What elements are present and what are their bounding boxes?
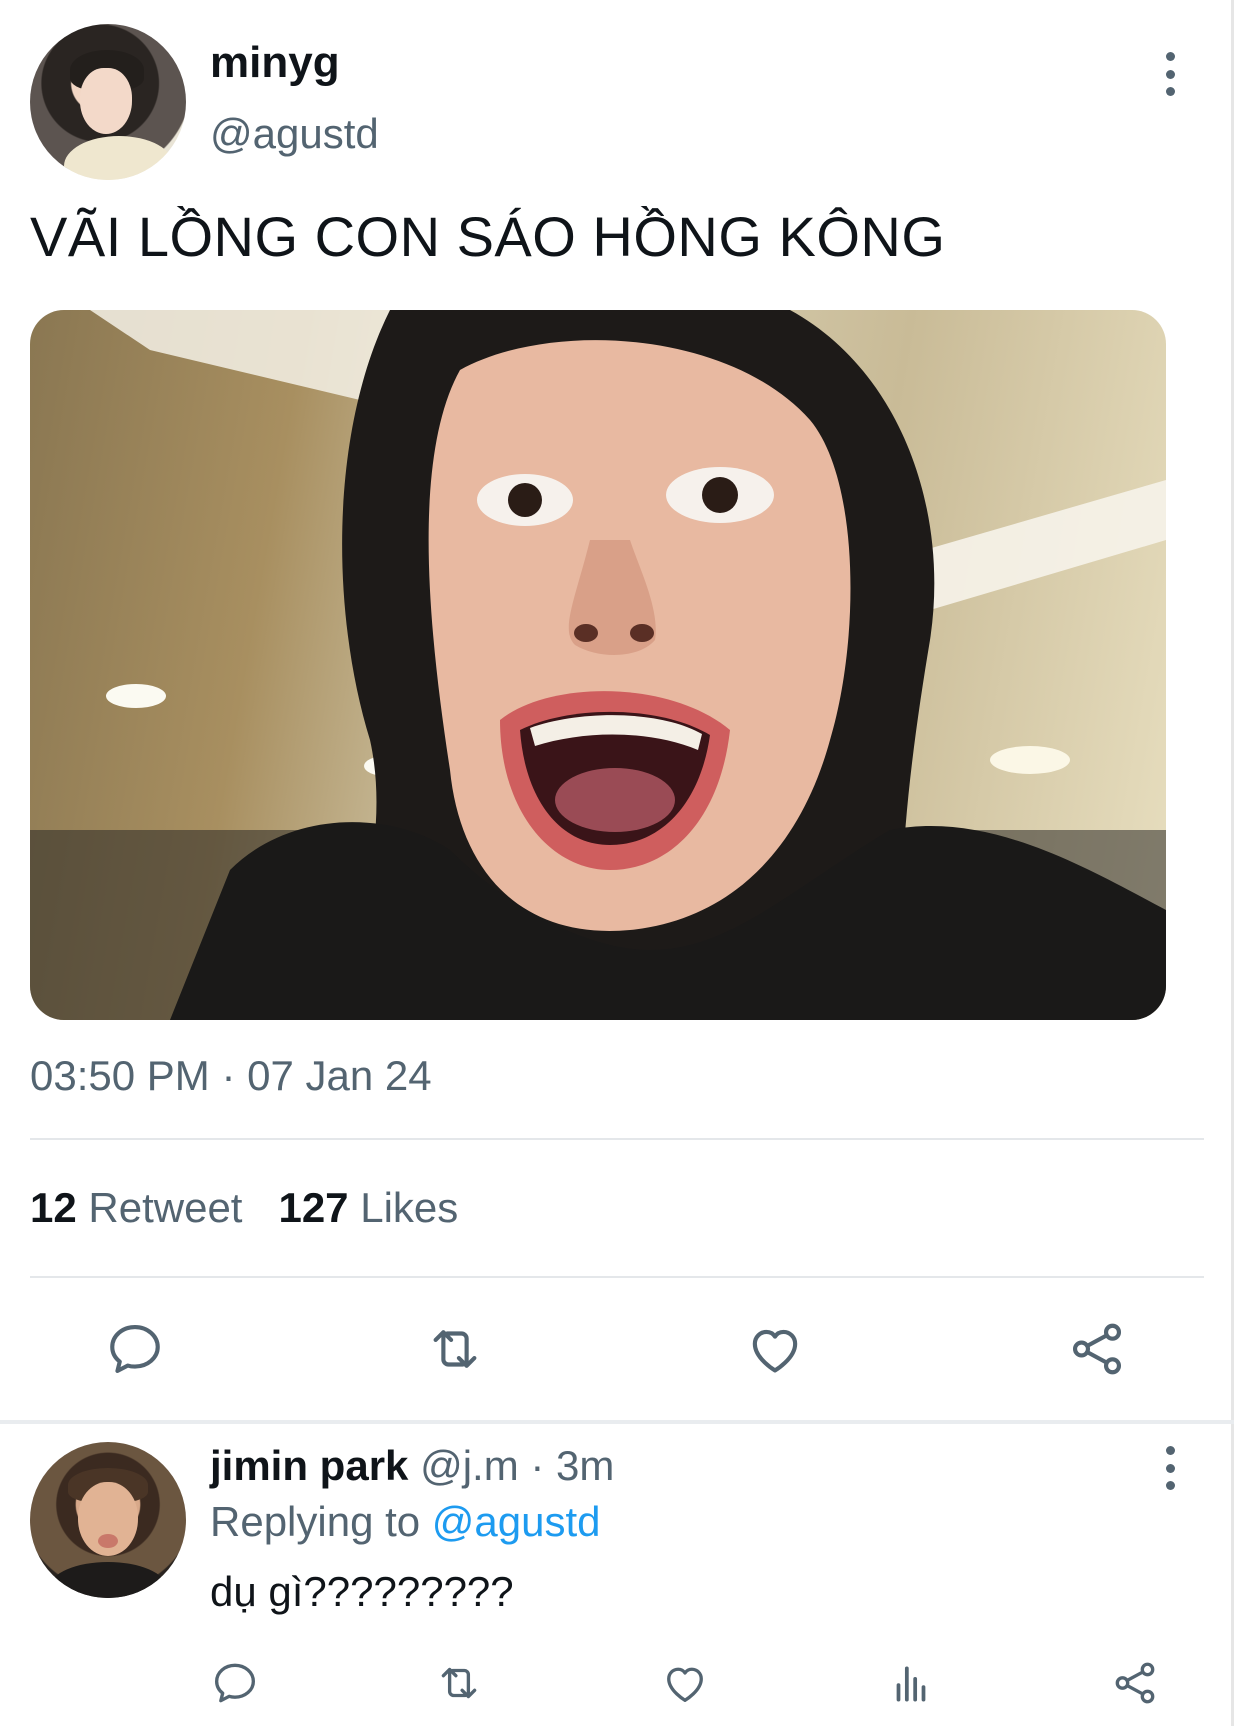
avatar-lips-shape [98, 1534, 118, 1548]
reply-like-button[interactable] [660, 1658, 710, 1708]
media-illustration [30, 310, 1166, 1020]
stats-divider-top [30, 1138, 1204, 1140]
reply-action-bar [0, 1658, 1234, 1710]
retweet-count: 12 [30, 1184, 77, 1231]
tweet-action-bar [0, 1318, 1234, 1380]
tweet-timestamp[interactable]: 03:50 PM · 07 Jan 24 [30, 1052, 432, 1100]
reply-text: dụ gì????????? [210, 1568, 514, 1615]
avatar-face-shape [80, 68, 132, 134]
like-count: 127 [278, 1184, 349, 1231]
avatar-shoulder-shape [64, 136, 174, 180]
reply-button[interactable] [104, 1318, 166, 1380]
like-icon [752, 1329, 798, 1373]
reply-icon [215, 1663, 255, 1703]
replying-to-prefix: Replying to [210, 1498, 421, 1545]
replying-to-line: Replying to @agustd [210, 1498, 601, 1546]
retweet-icon [433, 1330, 477, 1368]
reply-more-options-icon[interactable] [1158, 1446, 1182, 1490]
tweet-media-image[interactable] [30, 310, 1166, 1020]
like-icon [667, 1667, 703, 1702]
retweet-label[interactable]: Retweet [88, 1184, 242, 1231]
author-display-name[interactable]: minyg [210, 38, 340, 88]
reply-time: · 3m [530, 1442, 615, 1489]
replying-to-mention[interactable]: @agustd [432, 1498, 601, 1545]
reply-handle[interactable]: @j.m [420, 1442, 519, 1489]
analytics-icon [896, 1666, 926, 1702]
more-dot [1165, 1463, 1175, 1473]
reply-analytics-button[interactable] [886, 1658, 936, 1708]
like-label[interactable]: Likes [360, 1184, 458, 1231]
reply-reply-button[interactable] [210, 1658, 260, 1708]
stats-divider-bottom [30, 1276, 1204, 1278]
reply-share-button[interactable] [1110, 1658, 1160, 1708]
retweet-button[interactable] [424, 1318, 486, 1380]
more-dot [1165, 52, 1175, 61]
avatar-shirt-shape [50, 1562, 166, 1598]
tweet-stats: 12 Retweet 127 Likes [30, 1184, 458, 1232]
reply-retweet-button[interactable] [434, 1658, 484, 1708]
share-icon [1072, 1323, 1122, 1375]
author-handle[interactable]: @agustd [210, 110, 379, 158]
share-icon [1115, 1662, 1155, 1704]
more-dot [1165, 69, 1175, 79]
author-avatar[interactable] [30, 24, 186, 180]
more-dot [1165, 1481, 1175, 1490]
reply-display-name[interactable]: jimin park [210, 1442, 408, 1489]
reply-icon [110, 1324, 160, 1374]
main-tweet: minyg @agustd VÃI LỒNG CON SÁO HỒNG KÔNG [0, 0, 1234, 1420]
more-dot [1165, 1446, 1175, 1455]
thread-divider [0, 1420, 1234, 1424]
tweet-text: VÃI LỒNG CON SÁO HỒNG KÔNG [30, 205, 946, 268]
reply-author-avatar[interactable] [30, 1442, 186, 1598]
more-options-icon[interactable] [1158, 52, 1182, 96]
more-dot [1165, 87, 1175, 96]
retweet-icon [441, 1667, 477, 1699]
reply-header: jimin park @j.m · 3m [210, 1442, 614, 1490]
like-button[interactable] [744, 1318, 806, 1380]
share-button[interactable] [1066, 1318, 1128, 1380]
